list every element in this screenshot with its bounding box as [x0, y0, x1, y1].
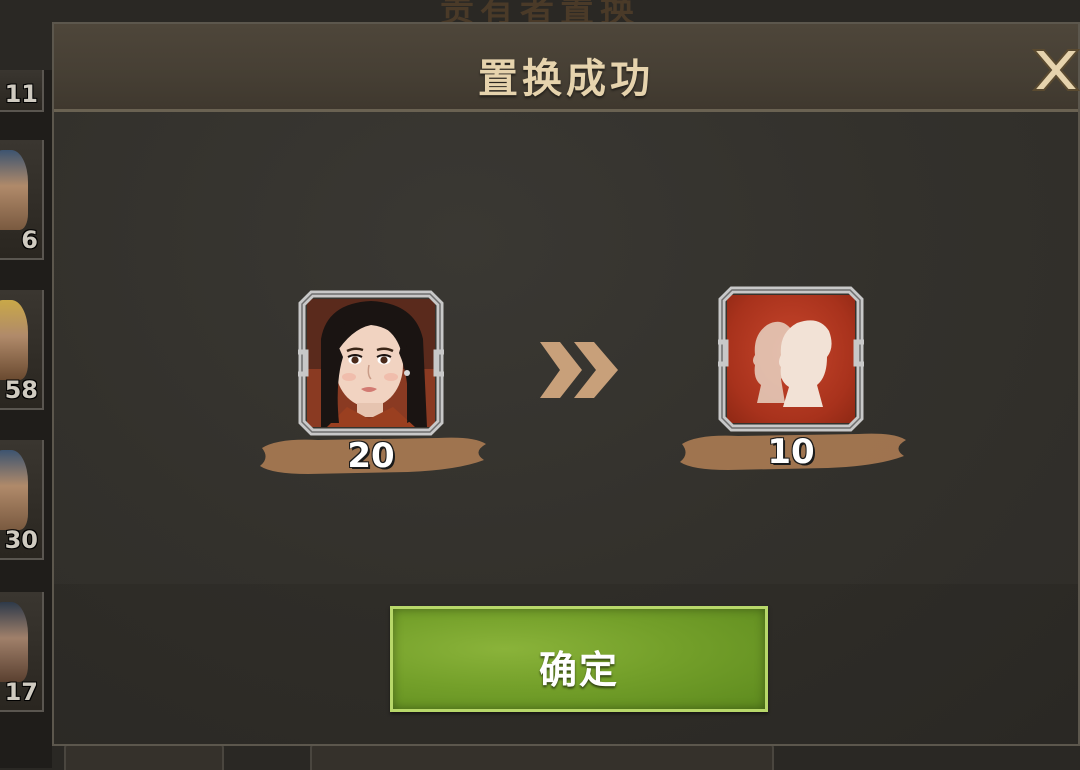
- confirm-button[interactable]: 确定: [390, 606, 768, 712]
- close-x-icon: [1031, 49, 1080, 91]
- item-frame: [718, 286, 864, 432]
- background-tab[interactable]: [310, 742, 774, 770]
- background-hero-card[interactable]: 11: [0, 70, 44, 112]
- double-chevron-right-icon: [540, 342, 618, 398]
- hero-card-count: 30: [4, 526, 38, 554]
- dialog-title: 置换成功: [478, 56, 654, 102]
- item-frame-border: [718, 286, 864, 432]
- item-frame-border: [298, 290, 444, 436]
- background-hero-card[interactable]: 17: [0, 592, 44, 712]
- confirm-button-label: 确定: [538, 648, 619, 692]
- hero-portrait: [0, 602, 28, 682]
- from-quantity: 20: [347, 436, 395, 476]
- hero-card-count: 58: [4, 376, 38, 404]
- background-hero-card[interactable]: 58: [0, 290, 44, 410]
- hero-portrait: [0, 150, 28, 230]
- hero-card-count: 6: [21, 226, 38, 254]
- item-frame: [298, 290, 444, 436]
- close-button[interactable]: [1028, 42, 1080, 98]
- hero-card-count: 11: [4, 80, 38, 108]
- background-hero-card[interactable]: 30: [0, 440, 44, 560]
- hero-portrait: [0, 450, 28, 530]
- to-quantity: 10: [767, 432, 815, 472]
- dialog-header: 置换成功: [54, 24, 1080, 112]
- background-hero-card[interactable]: 6: [0, 140, 44, 260]
- hero-card-count: 17: [4, 678, 38, 706]
- background-tab[interactable]: [64, 742, 224, 770]
- hero-portrait: [0, 300, 28, 380]
